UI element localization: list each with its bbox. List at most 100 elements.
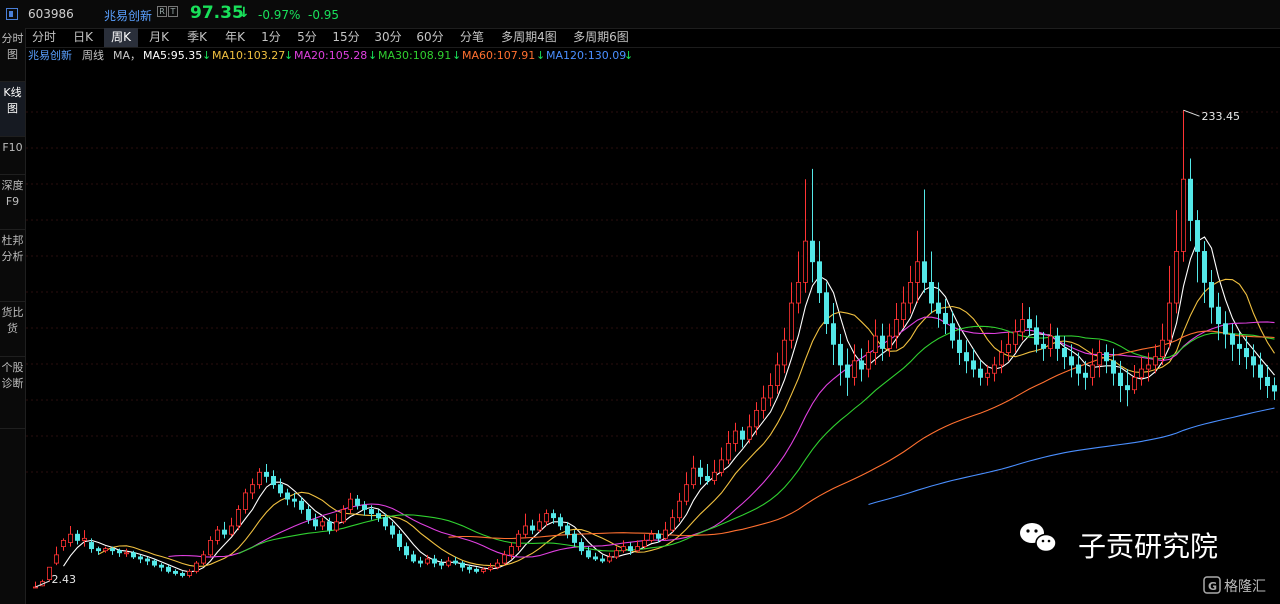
candle-body — [1272, 385, 1278, 392]
candle-body — [61, 539, 67, 547]
candle-body — [957, 339, 963, 353]
candle-body — [221, 529, 227, 535]
candle-body — [1167, 302, 1173, 341]
candle-body — [740, 430, 746, 440]
candle-body — [859, 360, 865, 370]
tab-monthly-k[interactable]: 月K — [142, 28, 176, 47]
tab-weekly-k[interactable]: 周K — [104, 28, 138, 47]
candle-body — [950, 323, 956, 341]
kline-chart[interactable]: 233.45 2.43 子贡研究院 G 格隆汇 — [26, 64, 1280, 604]
candle-body — [1090, 364, 1096, 378]
tab-multi-6[interactable]: 多周期6图 — [568, 28, 634, 47]
sidebar-item-diagnosis[interactable]: 个股诊断 — [0, 357, 25, 429]
last-price: 97.35 — [190, 3, 244, 23]
rong-badge: R — [157, 6, 167, 17]
candle-body — [978, 368, 984, 378]
candle-body — [110, 548, 116, 552]
candle-body — [200, 554, 206, 564]
sidebar-item-compare[interactable]: 货比货 — [0, 302, 25, 357]
candle-body — [270, 476, 276, 486]
candle-body — [319, 521, 325, 527]
tab-quarterly-k[interactable]: 季K — [180, 28, 214, 47]
candle-body — [922, 261, 928, 283]
candle-body — [1223, 323, 1229, 335]
candle-body — [635, 546, 641, 552]
candle-body — [845, 364, 851, 378]
candle-body — [880, 335, 886, 349]
candle-body — [656, 533, 662, 539]
candle-body — [82, 537, 88, 541]
candle-body — [985, 372, 991, 378]
candle-body — [424, 558, 430, 564]
sidebar-item-dupont[interactable]: 杜邦分析 — [0, 230, 25, 302]
ma30-value: MA30:108.91 — [378, 49, 452, 62]
tab-multi-4[interactable]: 多周期4图 — [496, 28, 562, 47]
candle-body — [1048, 335, 1054, 349]
candle-body — [887, 335, 893, 349]
tab-tick[interactable]: 分笔 — [454, 28, 490, 47]
candle-body — [768, 385, 774, 399]
sidebar-item-timeshare[interactable]: 分时图 — [0, 28, 25, 82]
candle-body — [256, 471, 262, 486]
candle-body — [649, 533, 655, 541]
candle-body — [1146, 364, 1152, 370]
tab-timeshare[interactable]: 分时 — [26, 28, 62, 47]
tab-60min[interactable]: 60分 — [412, 28, 448, 47]
stock-name[interactable]: 兆易创新 — [104, 7, 152, 24]
candle-body — [817, 261, 823, 294]
candle-body — [782, 339, 788, 366]
candle-body — [824, 292, 830, 325]
candle-body — [361, 504, 367, 510]
tab-30min[interactable]: 30分 — [370, 28, 406, 47]
left-sidebar: 分时图 K线图 F10 深度F9 杜邦分析 货比货 个股诊断 — [0, 28, 26, 604]
candle-body — [68, 533, 74, 543]
candle-body — [431, 558, 437, 564]
candle-body — [452, 560, 458, 564]
candle-body — [354, 498, 360, 506]
tab-daily-k[interactable]: 日K — [66, 28, 100, 47]
candle-body — [810, 240, 816, 263]
candle-body — [789, 302, 795, 341]
candle-body — [1181, 178, 1187, 252]
candle-body — [1244, 348, 1250, 358]
candle-body — [326, 521, 332, 531]
candle-body — [929, 281, 935, 304]
sidebar-item-kline[interactable]: K线图 — [0, 82, 25, 137]
candle-body — [480, 568, 486, 572]
candle-body — [593, 556, 599, 560]
candle-body — [565, 525, 571, 535]
tab-15min[interactable]: 15分 — [328, 28, 364, 47]
candle-body — [138, 556, 144, 560]
candle-body — [999, 352, 1005, 366]
candle-body — [1041, 343, 1047, 349]
candle-body — [235, 509, 241, 527]
candle-body — [1013, 331, 1019, 345]
candle-body — [901, 302, 907, 320]
candle-body — [1097, 352, 1103, 366]
tab-5min[interactable]: 5分 — [292, 28, 322, 47]
sidebar-item-f10[interactable]: F10 — [0, 137, 25, 175]
candle-body — [179, 573, 185, 576]
sidebar-item-depth-f9[interactable]: 深度F9 — [0, 175, 25, 230]
ma120-down-arrow-icon: ↓ — [624, 49, 634, 62]
candle-body — [831, 323, 837, 345]
candle-body — [754, 409, 760, 428]
candle-body — [607, 556, 613, 562]
ma60-value: MA60:107.91 — [462, 49, 536, 62]
candle-body — [894, 319, 900, 337]
tab-1min[interactable]: 1分 — [256, 28, 286, 47]
ma-line-ma5 — [63, 236, 1275, 573]
candle-body — [529, 525, 535, 531]
candle-body — [558, 517, 564, 527]
tab-yearly-k[interactable]: 年K — [218, 28, 252, 47]
candle-body — [298, 500, 304, 510]
ma-lines — [63, 236, 1275, 573]
candle-body — [186, 570, 192, 576]
candle-body — [382, 517, 388, 527]
candle-body — [691, 467, 697, 486]
candle-body — [1062, 348, 1068, 358]
candle-body — [207, 539, 213, 556]
candle-body — [852, 360, 858, 378]
ma-label[interactable]: MA， — [113, 48, 141, 64]
candle-body — [487, 566, 493, 570]
